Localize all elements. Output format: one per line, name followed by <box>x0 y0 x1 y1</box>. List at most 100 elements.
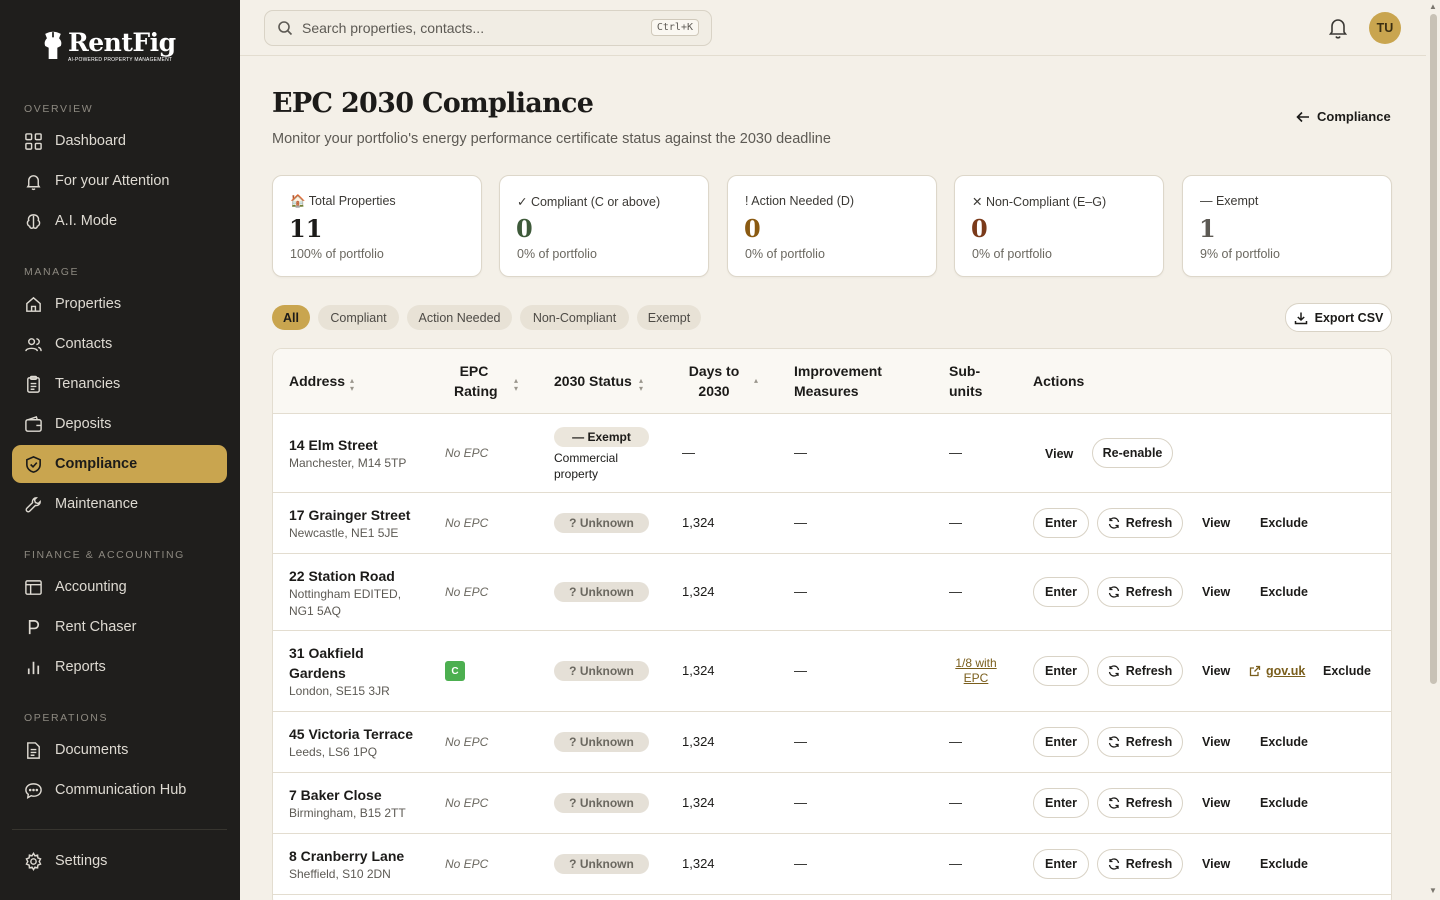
status-badge: ? Unknown <box>554 854 649 874</box>
address-name[interactable]: 45 Victoria Terrace <box>289 724 413 744</box>
card-label: ✕ Non-Compliant (E–G) <box>972 195 1107 209</box>
card-value: 0 <box>971 214 988 243</box>
address-name[interactable]: 22 Station Road <box>289 566 395 586</box>
card-sub: 0% of portfolio <box>972 247 1052 261</box>
table-row: 17 Grainger Street Newcastle, NE1 5JE No… <box>273 493 1391 554</box>
sort-asc-icon[interactable]: ▴ <box>754 377 758 385</box>
header-improvement-measures: Improvement Measures <box>794 363 882 399</box>
enter-button[interactable]: Enter <box>1033 577 1089 607</box>
improvement-measures: — <box>794 856 807 871</box>
view-button[interactable]: View <box>1202 796 1230 810</box>
sidebar-item-accounting[interactable]: Accounting <box>12 568 227 606</box>
exclude-button[interactable]: Exclude <box>1260 516 1308 530</box>
exclude-button[interactable]: Exclude <box>1323 664 1371 678</box>
sub-units-link[interactable]: 1/8 with EPC <box>948 656 1004 686</box>
status-badge: ? Unknown <box>554 793 649 813</box>
section-overview: OVERVIEW <box>24 103 94 115</box>
sidebar-item-label: Dashboard <box>55 133 126 149</box>
sidebar-item-settings[interactable]: Settings <box>12 842 227 880</box>
sidebar-item-rent-chaser[interactable]: Rent Chaser <box>12 608 227 646</box>
view-button[interactable]: View <box>1202 857 1230 871</box>
refresh-button[interactable]: Refresh <box>1097 727 1183 757</box>
section-finance: FINANCE & ACCOUNTING <box>24 549 185 561</box>
sidebar-item-label: Tenancies <box>55 376 121 392</box>
gov-uk-link[interactable]: gov.uk <box>1249 664 1305 678</box>
filter-exempt[interactable]: Exempt <box>637 305 701 330</box>
section-operations: OPERATIONS <box>24 712 109 724</box>
back-to-compliance-link[interactable]: Compliance <box>1296 109 1391 124</box>
filter-non-compliant[interactable]: Non-Compliant <box>520 305 629 330</box>
exclude-button[interactable]: Exclude <box>1260 857 1308 871</box>
sidebar-item-ai-mode[interactable]: A.I. Mode <box>12 202 227 240</box>
bell-icon <box>1328 19 1348 39</box>
refresh-button[interactable]: Refresh <box>1097 577 1183 607</box>
scroll-thumb[interactable] <box>1430 14 1437 684</box>
sidebar-item-properties[interactable]: Properties <box>12 285 227 323</box>
sidebar-item-documents[interactable]: Documents <box>12 731 227 769</box>
epc-rating: No EPC <box>445 585 489 599</box>
exclude-button[interactable]: Exclude <box>1260 585 1308 599</box>
sidebar-item-attention[interactable]: For your Attention <box>12 162 227 200</box>
enter-button[interactable]: Enter <box>1033 656 1089 686</box>
enter-button[interactable]: Enter <box>1033 727 1089 757</box>
filter-compliant[interactable]: Compliant <box>318 305 399 330</box>
sort-icon[interactable]: ▴ ▾ <box>639 377 643 393</box>
sidebar-item-dashboard[interactable]: Dashboard <box>12 122 227 160</box>
refresh-icon <box>1108 665 1119 677</box>
enter-button[interactable]: Enter <box>1033 849 1089 879</box>
card-value: 0 <box>744 214 761 243</box>
header-epc-rating[interactable]: EPC Rating <box>454 361 498 401</box>
address-name[interactable]: 31 Oakfield Gardens <box>289 643 364 683</box>
view-button[interactable]: View <box>1045 447 1073 461</box>
re-enable-button[interactable]: Re-enable <box>1092 438 1173 468</box>
sidebar-item-label: Maintenance <box>55 496 139 512</box>
sidebar-item-tenancies[interactable]: Tenancies <box>12 365 227 403</box>
stat-card-compliant: ✓ Compliant (C or above) 0 0% of portfol… <box>499 175 709 277</box>
address-name[interactable]: 8 Cranberry Lane <box>289 846 404 866</box>
logo[interactable]: RentFig AI-POWERED PROPERTY MANAGEMENT <box>38 28 176 64</box>
address-name[interactable]: 14 Elm Street <box>289 435 378 455</box>
status-badge: ? Unknown <box>554 513 649 533</box>
sidebar-item-label: Rent Chaser <box>55 619 137 635</box>
header-2030-status[interactable]: 2030 Status <box>554 371 632 391</box>
view-button[interactable]: View <box>1202 735 1230 749</box>
address-name[interactable]: 17 Grainger Street <box>289 505 410 525</box>
view-button[interactable]: View <box>1202 516 1230 530</box>
status-badge: — Exempt <box>554 427 649 447</box>
export-csv-button[interactable]: Export CSV <box>1285 303 1392 332</box>
status-note: Commercial property <box>554 451 619 481</box>
refresh-button[interactable]: Refresh <box>1097 849 1183 879</box>
view-button[interactable]: View <box>1202 664 1230 678</box>
enter-button[interactable]: Enter <box>1033 508 1089 538</box>
status-badge: ? Unknown <box>554 661 649 681</box>
view-button[interactable]: View <box>1202 585 1230 599</box>
sidebar-item-contacts[interactable]: Contacts <box>12 325 227 363</box>
sidebar-item-label: Contacts <box>55 336 113 352</box>
user-avatar[interactable]: TU <box>1369 12 1401 44</box>
filter-all[interactable]: All <box>272 305 310 330</box>
card-value: 1 <box>1199 214 1216 243</box>
header-address[interactable]: Address <box>289 371 345 391</box>
refresh-button[interactable]: Refresh <box>1097 508 1183 538</box>
filter-action-needed[interactable]: Action Needed <box>407 305 512 330</box>
enter-button[interactable]: Enter <box>1033 788 1089 818</box>
scrollbar[interactable]: ▲ ▼ <box>1426 0 1440 900</box>
address-name[interactable]: 7 Baker Close <box>289 785 382 805</box>
scroll-up-arrow-icon[interactable]: ▲ <box>1429 2 1437 11</box>
notifications-button[interactable] <box>1328 17 1348 39</box>
scroll-down-arrow-icon[interactable]: ▼ <box>1429 886 1437 895</box>
sidebar-item-compliance[interactable]: Compliance <box>12 445 227 483</box>
sidebar-item-reports[interactable]: Reports <box>12 648 227 686</box>
sidebar-item-communication-hub[interactable]: Communication Hub <box>12 771 227 809</box>
search-input[interactable]: Search properties, contacts... Ctrl+K <box>264 10 712 46</box>
exclude-button[interactable]: Exclude <box>1260 735 1308 749</box>
sort-icon[interactable]: ▴ ▾ <box>350 377 354 393</box>
refresh-button[interactable]: Refresh <box>1097 788 1183 818</box>
stat-card-non-compliant: ✕ Non-Compliant (E–G) 0 0% of portfolio <box>954 175 1164 277</box>
header-days-to-2030[interactable]: Days to 2030 <box>687 361 741 401</box>
sidebar-item-deposits[interactable]: Deposits <box>12 405 227 443</box>
sidebar-item-maintenance[interactable]: Maintenance <box>12 485 227 523</box>
refresh-button[interactable]: Refresh <box>1097 656 1183 686</box>
exclude-button[interactable]: Exclude <box>1260 796 1308 810</box>
sort-icon[interactable]: ▴ ▾ <box>514 377 518 393</box>
